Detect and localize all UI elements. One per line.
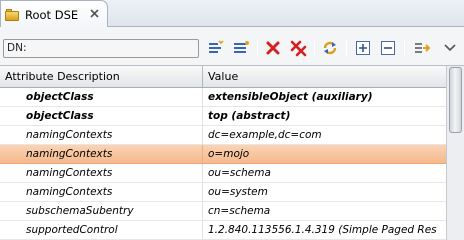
table-header: Attribute Description Value (0, 66, 446, 88)
dn-field[interactable]: DN: (3, 39, 199, 58)
expand-all-icon (356, 41, 370, 55)
table-row[interactable]: subschemaSubentry cn=schema (0, 202, 446, 221)
attribute-cell[interactable]: namingContexts (0, 164, 203, 183)
collapse-all-button[interactable] (378, 38, 398, 58)
toolbar: DN: (0, 27, 464, 65)
table-row[interactable]: objectClass top (abstract) (0, 107, 446, 126)
delete-all-button[interactable] (288, 38, 308, 58)
attribute-cell[interactable]: namingContexts (0, 183, 203, 202)
attribute-cell[interactable]: supportedControl (0, 221, 203, 240)
new-attribute-button[interactable] (231, 38, 251, 58)
table-row[interactable]: namingContexts o=mojo (0, 145, 446, 164)
refresh-icon (323, 41, 337, 55)
root-dse-icon (5, 7, 21, 23)
attribute-cell[interactable]: objectClass (0, 107, 203, 126)
delete-icon (266, 41, 280, 55)
table-row[interactable]: namingContexts ou=system (0, 183, 446, 202)
attribute-cell[interactable]: namingContexts (0, 145, 203, 164)
value-cell[interactable]: o=mojo (203, 145, 446, 164)
close-icon[interactable] (88, 7, 101, 20)
column-header-value[interactable]: Value (203, 66, 446, 87)
tab-title: Root DSE (25, 7, 79, 22)
value-cell[interactable]: dc=example,dc=com (203, 126, 446, 145)
new-attribute-icon (234, 41, 249, 53)
table-body: objectClass extensibleObject (auxiliary) o… (0, 88, 446, 240)
table-row[interactable]: supportedControl 1.2.840.113556.1.4.319 (… (0, 221, 446, 240)
attribute-cell[interactable]: objectClass (0, 88, 203, 107)
value-cell[interactable]: top (abstract) (203, 107, 446, 126)
view-menu-button[interactable] (440, 38, 460, 58)
value-cell[interactable]: 1.2.840.113556.1.4.319 (Simple Paged Res (203, 221, 446, 240)
toolbar-separator (257, 39, 258, 57)
collapse-all-icon (381, 41, 395, 55)
editor-tab-bar: Root DSE (0, 0, 464, 28)
table-row[interactable]: objectClass extensibleObject (auxiliary) (0, 88, 446, 107)
toolbar-separator (314, 39, 315, 57)
value-cell[interactable]: extensibleObject (auxiliary) (203, 88, 446, 107)
expand-all-button[interactable] (353, 38, 373, 58)
new-value-button[interactable] (206, 38, 226, 58)
new-value-icon (209, 40, 224, 53)
delete-button[interactable] (263, 38, 283, 58)
toolbar-separator (346, 39, 347, 57)
delete-all-icon (290, 40, 307, 57)
attribute-cell[interactable]: namingContexts (0, 126, 203, 145)
table-row[interactable]: namingContexts ou=schema (0, 164, 446, 183)
attributes-table: Attribute Description Value objectClass e… (0, 65, 464, 240)
toolbar-separator (404, 39, 405, 57)
scrollbar-thumb[interactable] (449, 67, 462, 133)
refresh-button[interactable] (320, 38, 340, 58)
table-row[interactable]: namingContexts dc=example,dc=com (0, 126, 446, 145)
link-with-editor-button[interactable] (412, 38, 432, 58)
attribute-cell[interactable]: subschemaSubentry (0, 202, 203, 221)
column-header-attribute[interactable]: Attribute Description (0, 66, 203, 87)
chevron-down-icon (444, 44, 456, 52)
value-cell[interactable]: ou=system (203, 183, 446, 202)
value-cell[interactable]: ou=schema (203, 164, 446, 183)
link-icon (415, 43, 431, 53)
tab-root-dse[interactable]: Root DSE (0, 0, 108, 28)
vertical-scrollbar[interactable] (446, 66, 464, 240)
value-cell[interactable]: cn=schema (203, 202, 446, 221)
